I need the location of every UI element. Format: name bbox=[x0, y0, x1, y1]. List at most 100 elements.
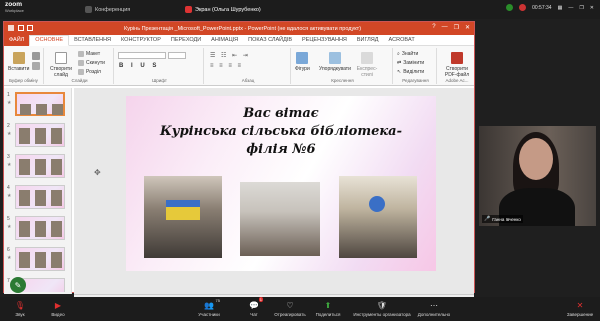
replace-button[interactable]: ⇄ Замінити bbox=[397, 60, 424, 66]
current-slide[interactable]: Вас вітає Курінська сільська бібліотека-… bbox=[126, 96, 436, 271]
shapes-button[interactable]: Фігури bbox=[295, 52, 310, 72]
tab-file[interactable]: ФАЙЛ bbox=[4, 34, 30, 46]
muted-mic-icon: 🎤 bbox=[484, 216, 491, 222]
reset-button[interactable]: Скинути bbox=[78, 60, 105, 66]
security-shield-icon[interactable] bbox=[506, 4, 514, 11]
slide-thumbnail[interactable]: 6 ★ bbox=[7, 247, 67, 273]
participant-video[interactable]: 🎤 Ганна Івченко bbox=[479, 126, 596, 226]
layout-button[interactable]: Макет bbox=[78, 51, 100, 57]
slide-thumbnails-pane: 1 ★ 2 ★ 3 ★ 4 ★ 5 ★ 6 ★ 7 bbox=[4, 88, 72, 294]
select-label: Виділити bbox=[403, 69, 425, 75]
drawing-group: Фігури Упорядкувати Експрес-стилі Кресле… bbox=[293, 48, 393, 84]
list-buttons[interactable]: ☰ ☷ ⇤ ⇥ bbox=[210, 52, 250, 59]
react-label: Отреагировать bbox=[274, 312, 306, 317]
copy-icon[interactable] bbox=[32, 62, 40, 70]
host-tools-button[interactable]: 🛡 Инструменты организатора bbox=[353, 300, 410, 318]
new-slide-button[interactable]: Створити слайд bbox=[48, 52, 74, 78]
close-icon[interactable]: ✕ bbox=[465, 24, 470, 31]
animation-star-icon: ★ bbox=[7, 224, 12, 230]
select-button[interactable]: ↖ Виділити bbox=[397, 69, 424, 75]
tab-design[interactable]: КОНСТРУКТОР bbox=[116, 35, 166, 46]
slides-group: Створити слайд Макет Скинути Розділ Слай… bbox=[46, 48, 114, 84]
find-label: Знайти bbox=[401, 51, 419, 57]
undo-icon[interactable] bbox=[17, 25, 24, 31]
font-group: B I U S Шрифт bbox=[116, 48, 204, 84]
replace-icon: ⇄ bbox=[397, 60, 402, 66]
font-size-dropdown[interactable] bbox=[168, 52, 186, 59]
slide-photo-3 bbox=[339, 176, 417, 258]
redo-icon[interactable] bbox=[27, 25, 34, 31]
tab-review[interactable]: РЕЦЕНЗУВАННЯ bbox=[297, 35, 352, 46]
create-pdf-button[interactable]: Створити PDF-файл bbox=[443, 52, 471, 78]
view-grid-icon[interactable]: ▦ bbox=[558, 5, 563, 11]
pdf-icon bbox=[451, 52, 463, 64]
slide-thumbnail[interactable]: 2 ★ bbox=[7, 123, 67, 149]
font-family-dropdown[interactable] bbox=[118, 52, 166, 59]
quick-styles-icon bbox=[361, 52, 373, 64]
restore-icon[interactable]: ❐ bbox=[454, 24, 459, 31]
minimize-icon[interactable]: — bbox=[442, 24, 448, 31]
slide-thumbnail[interactable]: 3 ★ bbox=[7, 154, 67, 180]
animation-star-icon: ★ bbox=[7, 162, 12, 168]
tab-home[interactable]: ОСНОВНЕ bbox=[29, 34, 70, 46]
tab-transitions[interactable]: ПЕРЕХОДИ bbox=[166, 35, 206, 46]
slide-number: 1 bbox=[7, 92, 10, 98]
end-button[interactable]: ✕ Завершение bbox=[560, 300, 600, 318]
more-label: Дополнительно bbox=[417, 312, 451, 317]
align-buttons[interactable]: ≡ ≡ ≡ ≡ bbox=[210, 63, 243, 69]
layout-icon bbox=[78, 51, 84, 57]
react-button[interactable]: ♡ Отреагировать bbox=[270, 300, 310, 318]
participants-icon: 👥 75 bbox=[204, 298, 220, 310]
close-icon[interactable]: ✕ bbox=[590, 5, 594, 11]
slide-thumbnail[interactable]: 1 ★ bbox=[7, 92, 67, 118]
slide-number: 3 bbox=[7, 154, 10, 160]
tab-screen[interactable]: Экран (Ольга Шурубенко) bbox=[185, 4, 261, 15]
maximize-icon[interactable]: ❐ bbox=[579, 5, 583, 11]
participants-button[interactable]: 👥 75 Участники bbox=[189, 298, 229, 317]
cut-icon[interactable] bbox=[32, 52, 40, 60]
more-button[interactable]: ⋯ Дополнительно bbox=[414, 300, 454, 318]
tab-acrobat[interactable]: ACROBAT bbox=[384, 35, 420, 46]
text-format-buttons[interactable]: B I U S bbox=[119, 63, 159, 69]
drawing-group-label: Креслення bbox=[331, 78, 354, 83]
paste-button[interactable]: Вставити bbox=[8, 52, 29, 72]
shield-icon: 🛡 bbox=[376, 300, 388, 310]
flag-decoration bbox=[166, 206, 200, 220]
slide-title-line1: Вас вітає bbox=[243, 106, 319, 121]
ppt-title-bar: Курінь Презентація _Microsoft_PowerPoint… bbox=[4, 22, 474, 35]
tab-conference[interactable]: Конференция bbox=[85, 4, 130, 15]
tab-screen-label: Экран (Ольга Шурубенко) bbox=[195, 6, 261, 13]
slide-thumbnail[interactable]: 5 ★ bbox=[7, 216, 67, 242]
quick-access-toolbar[interactable] bbox=[8, 25, 38, 32]
tab-view[interactable]: ВИГЛЯД bbox=[352, 35, 384, 46]
audio-button[interactable]: 🎙 Звук bbox=[0, 300, 40, 318]
tab-slideshow[interactable]: ПОКАЗ СЛАЙДІВ bbox=[243, 35, 297, 46]
chat-button[interactable]: 💬 1 Чат bbox=[234, 297, 274, 317]
select-icon: ↖ bbox=[397, 69, 402, 75]
video-button[interactable]: ▶ Видео bbox=[38, 300, 78, 318]
chat-label: Чат bbox=[250, 312, 258, 317]
section-button[interactable]: Розділ bbox=[78, 69, 101, 75]
zoom-logo: zoom Workplace bbox=[5, 1, 24, 13]
annotate-pencil-button[interactable]: ✎ bbox=[10, 277, 26, 293]
arrange-button[interactable]: Упорядкувати bbox=[319, 52, 351, 72]
slide-thumbnail[interactable]: 4 ★ bbox=[7, 185, 67, 211]
tab-animations[interactable]: АНІМАЦІЯ bbox=[206, 35, 243, 46]
shapes-icon bbox=[296, 52, 309, 64]
tab-conference-label: Конференция bbox=[95, 6, 131, 13]
slide-photo-1 bbox=[144, 176, 222, 258]
tab-insert[interactable]: ВСТАВЛЕННЯ bbox=[69, 35, 116, 46]
zoom-toolbar: ✎ 🎙 Звук ▶ Видео 👥 75 Участники 💬 1 Чат ♡ … bbox=[0, 277, 600, 321]
minimize-icon[interactable]: — bbox=[568, 5, 573, 11]
more-icon: ⋯ bbox=[430, 300, 438, 310]
find-button[interactable]: ⌕ Знайти bbox=[397, 51, 418, 57]
slide-editor[interactable]: ✥ Вас вітає Курінська сільська бібліотек… bbox=[74, 88, 474, 294]
audio-label: Звук bbox=[15, 312, 25, 317]
share-button[interactable]: ⬆ Поделиться bbox=[308, 300, 348, 318]
new-slide-icon bbox=[55, 52, 67, 64]
save-icon[interactable] bbox=[8, 25, 14, 31]
help-icon[interactable]: ? bbox=[432, 24, 435, 31]
adobe-group-label: Adobe Ac... bbox=[445, 78, 469, 83]
thumbnail-image bbox=[15, 185, 65, 209]
quick-styles-button[interactable]: Експрес-стилі bbox=[355, 52, 379, 78]
